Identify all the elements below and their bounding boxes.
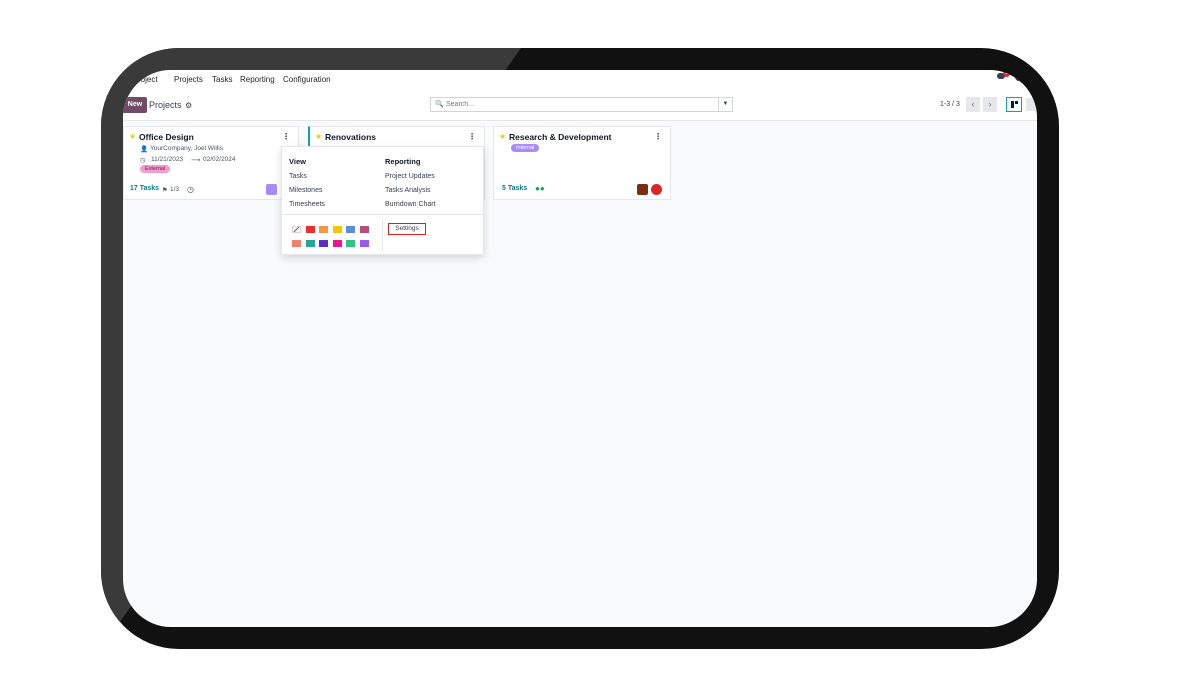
pager-value[interactable]: 1-3 / 3 — [940, 101, 960, 108]
view-heading: View — [289, 157, 306, 166]
color-swatch[interactable] — [292, 240, 301, 247]
color-swatch[interactable] — [305, 240, 315, 247]
menu-item-tasks-analysis[interactable]: Tasks Analysis — [385, 187, 431, 194]
card-menu-icon[interactable]: ⋮ — [468, 132, 476, 141]
search-options-toggle[interactable]: ▼ — [718, 98, 732, 111]
color-swatch[interactable] — [359, 240, 369, 247]
nav-app-name[interactable]: roject — [138, 75, 158, 84]
color-swatch[interactable] — [305, 226, 315, 233]
status-dot-icon[interactable] — [651, 184, 662, 195]
color-swatch[interactable] — [359, 226, 369, 233]
favorite-star-icon[interactable]: ★ — [315, 132, 322, 141]
tag-internal: Internal — [511, 144, 540, 152]
avatar[interactable] — [637, 184, 648, 195]
date-end: 02/02/2024 — [203, 156, 236, 163]
reporting-heading: Reporting — [385, 157, 421, 166]
systray: 1 — [997, 70, 1023, 81]
list-view-button[interactable] — [1026, 98, 1037, 111]
pager-next-button[interactable]: › — [983, 97, 997, 112]
card-menu-icon[interactable]: ⋮ — [654, 132, 662, 141]
person-icon: 👤 — [140, 146, 149, 153]
color-swatch[interactable] — [346, 240, 355, 247]
clock-icon: ◷ — [140, 157, 146, 164]
gear-icon[interactable]: ⚙ — [185, 101, 192, 110]
project-card-office-design[interactable]: ★ Office Design ⋮ 👤 YourCompany, Joel Wi… — [123, 126, 299, 200]
menu-item-burndown-chart[interactable]: Burndown Chart — [385, 201, 436, 208]
milestones-count: 1/3 — [170, 186, 180, 193]
activity-clock-icon[interactable]: ◷ — [187, 185, 194, 194]
device-frame: roject Projects Tasks Reporting Configur… — [101, 48, 1059, 649]
color-swatch[interactable] — [319, 226, 328, 233]
card-menu-icon[interactable]: ⋮ — [282, 132, 290, 141]
arrow-right-icon: ⟶ — [191, 157, 201, 164]
search-input[interactable] — [446, 99, 716, 110]
color-swatch-none[interactable] — [292, 226, 301, 233]
flag-icon: ⚑ — [162, 187, 168, 194]
tasks-count-link[interactable]: 5 Tasks — [502, 185, 527, 192]
project-title: Renovations — [325, 132, 377, 142]
app-screen: roject Projects Tasks Reporting Configur… — [123, 70, 1037, 627]
favorite-star-icon[interactable]: ★ — [129, 132, 136, 141]
color-swatch[interactable] — [346, 226, 355, 233]
breadcrumb: Projects — [149, 100, 182, 110]
color-swatch[interactable] — [319, 240, 328, 247]
search-box[interactable]: 🔍 ▼ — [430, 97, 733, 112]
new-button[interactable]: New — [123, 97, 147, 113]
control-panel: New Projects ⚙ 🔍 ▼ 1-3 / 3 ‹ › — [123, 88, 1037, 121]
team-icon: ●● — [535, 184, 545, 193]
menu-item-timesheets[interactable]: Timesheets — [289, 201, 325, 208]
project-title: Office Design — [139, 132, 194, 142]
project-card-research-development[interactable]: ★ Research & Development ⋮ Internal 5 Ta… — [493, 126, 671, 200]
menu-divider — [282, 214, 483, 215]
top-navbar: roject Projects Tasks Reporting Configur… — [123, 70, 1037, 88]
nav-tasks[interactable]: Tasks — [212, 75, 232, 84]
project-title: Research & Development — [509, 132, 612, 142]
pager-prev-button[interactable]: ‹ — [966, 97, 980, 112]
tag-external: External — [140, 165, 171, 173]
color-swatch[interactable] — [332, 226, 342, 233]
menu-item-milestones[interactable]: Milestones — [289, 187, 322, 194]
tasks-count-link[interactable]: 17 Tasks — [130, 185, 159, 192]
project-company: YourCompany, Joel Willis — [150, 145, 223, 152]
settings-menu-item[interactable]: Settings — [388, 223, 426, 235]
kanban-view-button[interactable] — [1006, 97, 1022, 112]
date-start: 11/21/2023 — [151, 156, 184, 163]
favorite-star-icon[interactable]: ★ — [499, 132, 506, 141]
chat-icon[interactable]: 1 — [997, 70, 1010, 81]
color-swatch[interactable] — [332, 240, 342, 247]
search-icon: 🔍 — [435, 101, 444, 108]
nav-projects[interactable]: Projects — [174, 75, 203, 84]
menu-item-project-updates[interactable]: Project Updates — [385, 173, 435, 180]
card-dropdown-menu: View Tasks Milestones Timesheets Reporti… — [281, 146, 484, 255]
avatar[interactable] — [266, 184, 277, 195]
menu-vertical-divider — [382, 219, 383, 251]
menu-item-tasks[interactable]: Tasks — [289, 173, 307, 180]
nav-configuration[interactable]: Configuration — [283, 75, 331, 84]
activity-clock-icon[interactable] — [1015, 72, 1023, 81]
nav-reporting[interactable]: Reporting — [240, 75, 275, 84]
chat-badge: 1 — [1003, 70, 1010, 77]
